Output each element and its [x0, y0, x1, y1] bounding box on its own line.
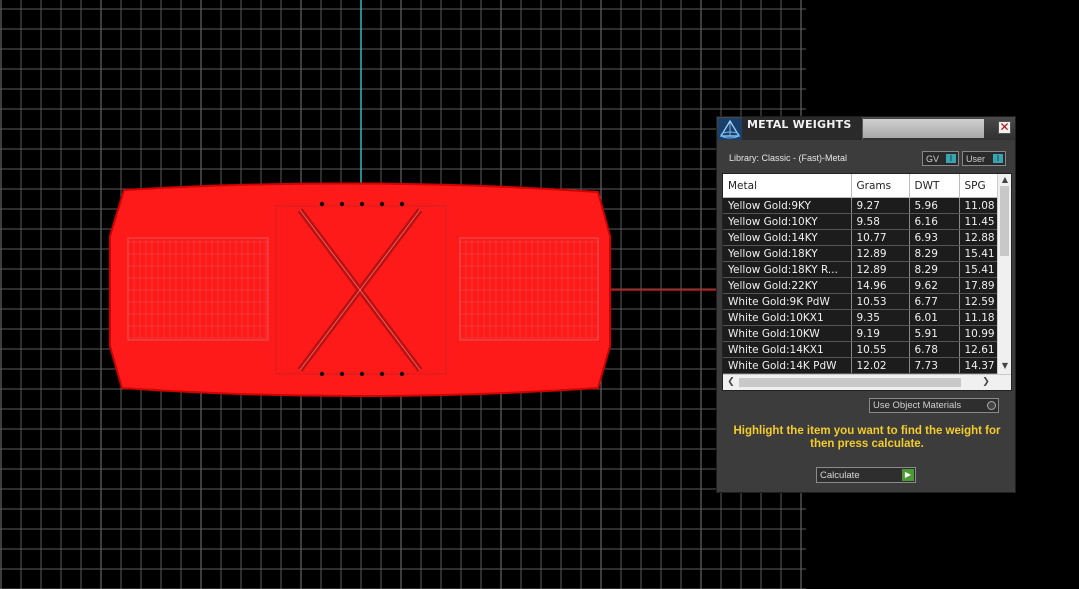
- title-bar-fill: [863, 119, 984, 138]
- cell-metal: White Gold:10KW: [723, 325, 852, 342]
- cell-grams: 10.53: [851, 293, 910, 310]
- panel-titlebar[interactable]: METAL WEIGHTS ✕: [717, 117, 1015, 140]
- cell-metal: Yellow Gold:9KY: [723, 197, 852, 214]
- gv-toggle-knob: I: [946, 154, 956, 163]
- cell-metal: White Gold:9K PdW: [723, 293, 852, 310]
- table-row[interactable]: Yellow Gold:10KY 9.58 6.16 11.45: [723, 213, 1010, 230]
- table-row[interactable]: Yellow Gold:18KY 12.89 8.29 15.41: [723, 245, 1010, 262]
- cell-metal: Yellow Gold:22KY: [723, 277, 852, 294]
- instruction-text: Highlight the item you want to find the …: [733, 425, 1001, 450]
- cell-dwt: 6.01: [909, 309, 960, 326]
- calculate-button[interactable]: Calculate ▶: [816, 467, 916, 483]
- table-row[interactable]: Yellow Gold:22KY 14.96 9.62 17.89: [723, 277, 1010, 294]
- ring-wireframe-model[interactable]: [109, 182, 611, 397]
- use-object-materials-label: Use Object Materials: [873, 400, 962, 411]
- use-object-materials-option[interactable]: Use Object Materials: [869, 398, 999, 413]
- col-header-grams[interactable]: Grams: [851, 174, 910, 198]
- metals-table[interactable]: Metal Grams DWT SPG Yellow Gold:9KY 9.27 5…: [722, 173, 1012, 391]
- cell-dwt: 5.91: [909, 325, 960, 342]
- cell-metal: White Gold:14KX1: [723, 341, 852, 358]
- cell-dwt: 8.29: [909, 245, 960, 262]
- cell-metal: Yellow Gold:18KY R...: [723, 261, 852, 278]
- user-toggle-label: User: [966, 154, 986, 164]
- table-row[interactable]: White Gold:10KX1 9.35 6.01 11.18: [723, 309, 1010, 326]
- cell-metal: White Gold:10KX1: [723, 309, 852, 326]
- close-icon[interactable]: ✕: [998, 121, 1011, 134]
- col-header-metal[interactable]: Metal: [723, 174, 852, 198]
- library-label: Library: Classic - (Fast)-Metal: [729, 153, 848, 163]
- table-row[interactable]: White Gold:9K PdW 10.53 6.77 12.59: [723, 293, 1010, 310]
- cell-grams: 12.02: [851, 357, 910, 374]
- vertical-scroll-thumb[interactable]: [1000, 186, 1009, 256]
- radio-icon[interactable]: [987, 401, 996, 410]
- play-arrow-icon[interactable]: ▶: [902, 469, 914, 481]
- table-row[interactable]: White Gold:14KX1 10.55 6.78 12.61: [723, 341, 1010, 358]
- cell-dwt: 7.73: [909, 357, 960, 374]
- scroll-down-icon[interactable]: ▼: [998, 360, 1011, 372]
- gv-toggle-label: GV: [926, 154, 940, 164]
- cell-grams: 10.77: [851, 229, 910, 246]
- cell-grams: 12.89: [851, 245, 910, 262]
- cell-grams: 9.19: [851, 325, 910, 342]
- vertical-scrollbar[interactable]: ▲ ▼: [997, 174, 1011, 374]
- cell-dwt: 9.62: [909, 277, 960, 294]
- cell-grams: 9.27: [851, 197, 910, 214]
- scroll-right-icon[interactable]: ❯: [979, 376, 993, 389]
- user-toggle-knob: I: [993, 154, 1003, 163]
- gv-toggle[interactable]: GV I: [922, 151, 959, 166]
- cell-dwt: 5.96: [909, 197, 960, 214]
- table-row[interactable]: Yellow Gold:14KY 10.77 6.93 12.88: [723, 229, 1010, 246]
- cell-dwt: 6.93: [909, 229, 960, 246]
- cell-grams: 9.58: [851, 213, 910, 230]
- table-row[interactable]: White Gold:10KW 9.19 5.91 10.99: [723, 325, 1010, 342]
- metal-weights-panel: METAL WEIGHTS ✕ Library: Classic - (Fast…: [716, 116, 1016, 493]
- cell-metal: Yellow Gold:18KY: [723, 245, 852, 262]
- metals-grid: Metal Grams DWT SPG Yellow Gold:9KY 9.27 5…: [723, 174, 1010, 374]
- cell-grams: 9.35: [851, 309, 910, 326]
- cell-metal: Yellow Gold:10KY: [723, 213, 852, 230]
- user-toggle[interactable]: User I: [962, 151, 1006, 166]
- cell-grams: 14.96: [851, 277, 910, 294]
- horizontal-scrollbar[interactable]: ❮ ❯: [723, 374, 1011, 390]
- table-row[interactable]: Yellow Gold:18KY R... 12.89 8.29 15.41: [723, 261, 1010, 278]
- scroll-up-icon[interactable]: ▲: [998, 174, 1011, 186]
- table-row[interactable]: White Gold:14K PdW 12.02 7.73 14.37: [723, 357, 1010, 374]
- cell-grams: 12.89: [851, 261, 910, 278]
- cell-dwt: 8.29: [909, 261, 960, 278]
- horizontal-scroll-thumb[interactable]: [739, 378, 961, 387]
- cell-metal: Yellow Gold:14KY: [723, 229, 852, 246]
- table-row[interactable]: Yellow Gold:9KY 9.27 5.96 11.08: [723, 197, 1010, 214]
- cell-dwt: 6.77: [909, 293, 960, 310]
- scroll-left-icon[interactable]: ❮: [724, 376, 738, 389]
- cell-metal: White Gold:14K PdW: [723, 357, 852, 374]
- calculate-label: Calculate: [820, 470, 860, 481]
- pyramid-app-icon: [718, 118, 742, 140]
- cell-dwt: 6.16: [909, 213, 960, 230]
- col-header-dwt[interactable]: DWT: [909, 174, 960, 198]
- panel-title: METAL WEIGHTS: [747, 118, 852, 131]
- cell-dwt: 6.78: [909, 341, 960, 358]
- cell-grams: 10.55: [851, 341, 910, 358]
